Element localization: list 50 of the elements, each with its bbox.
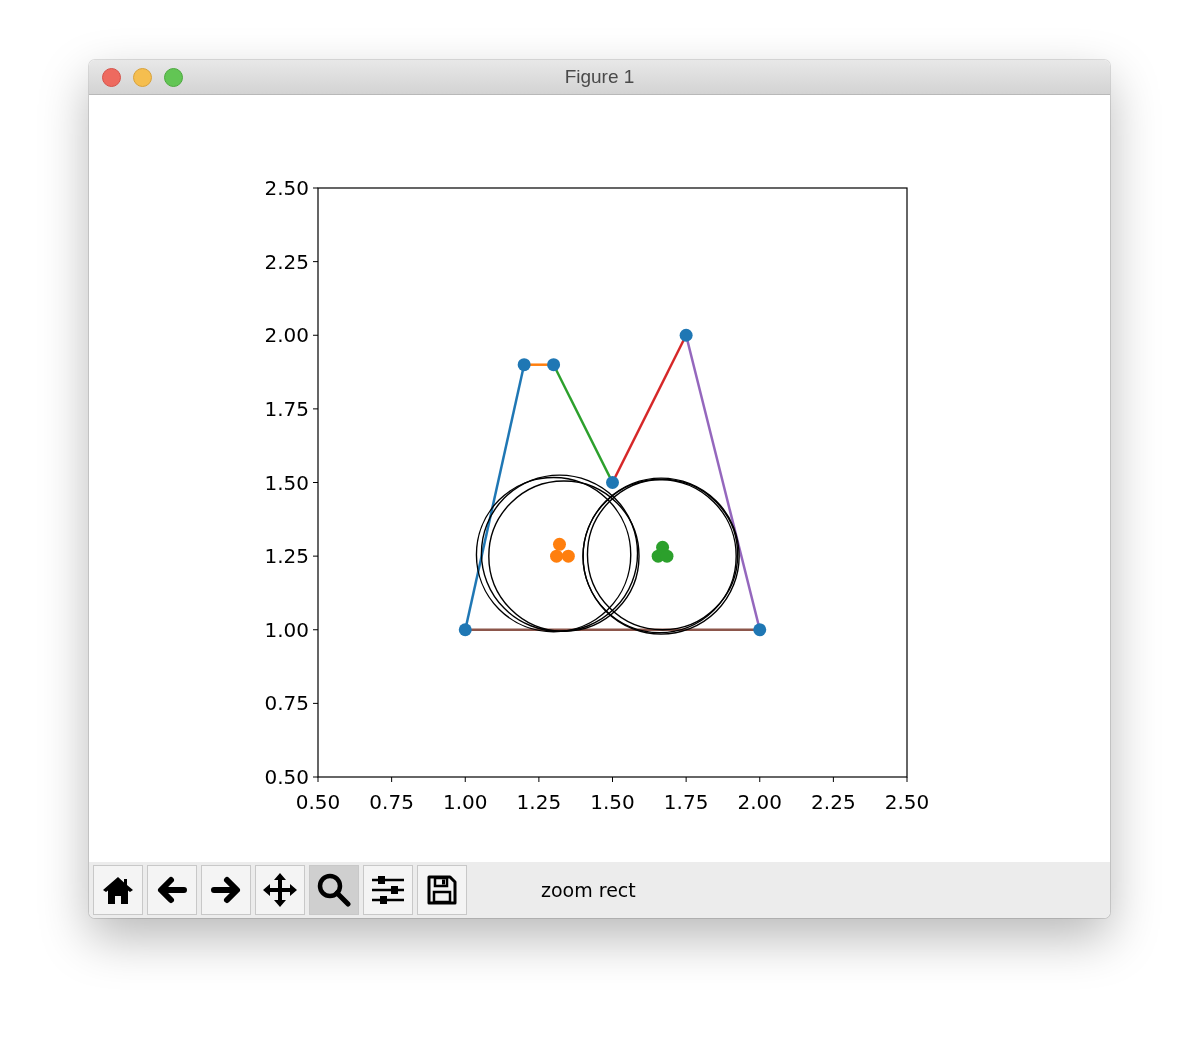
x-tick-label: 1.75 xyxy=(663,790,709,814)
y-tick-label: 0.75 xyxy=(264,691,309,716)
tick-mark xyxy=(312,482,319,483)
tick-mark xyxy=(312,555,319,557)
tick-mark xyxy=(391,776,393,783)
y-tick-label: 1.00 xyxy=(264,617,309,642)
tick-mark xyxy=(832,776,834,783)
sliders-icon xyxy=(371,875,405,905)
tick-mark xyxy=(759,776,761,783)
move-arrows-icon xyxy=(262,872,298,908)
tick-mark xyxy=(312,629,319,631)
tick-mark xyxy=(685,776,687,783)
zoom-button[interactable] xyxy=(309,865,359,915)
tick-mark xyxy=(312,702,319,704)
tick-mark xyxy=(538,776,540,783)
subplots-button[interactable] xyxy=(363,865,413,915)
tick-mark xyxy=(464,776,466,783)
x-tick-label: 2.25 xyxy=(811,790,856,814)
tick-mark xyxy=(906,776,908,783)
y-tick-label: 2.50 xyxy=(264,176,309,200)
x-tick-label: 2.00 xyxy=(737,790,782,814)
status-message: zoom rect xyxy=(541,879,636,901)
x-tick-label: 0.50 xyxy=(295,790,341,814)
home-icon xyxy=(102,875,134,905)
right-arrow-icon xyxy=(210,875,242,905)
window-title: Figure 1 xyxy=(564,66,635,88)
pan-button[interactable] xyxy=(255,865,305,915)
forward-button[interactable] xyxy=(201,865,251,915)
tick-mark xyxy=(612,776,613,783)
y-tick-label: 2.25 xyxy=(264,249,309,274)
tick-mark xyxy=(312,408,319,410)
save-button[interactable] xyxy=(417,865,467,915)
tick-mark xyxy=(312,261,319,263)
y-tick-label: 2.00 xyxy=(264,323,309,348)
x-tick-label: 1.50 xyxy=(590,790,635,814)
y-tick-label: 0.50 xyxy=(264,765,309,789)
y-tick-label: 1.75 xyxy=(264,396,309,421)
y-tick-label: 1.50 xyxy=(264,470,309,495)
x-tick-label: 0.75 xyxy=(369,790,414,814)
left-arrow-icon xyxy=(156,875,188,905)
search-icon xyxy=(317,873,351,907)
close-button[interactable] xyxy=(102,67,121,87)
home-button[interactable] xyxy=(93,865,143,915)
x-tick-label: 2.50 xyxy=(884,790,930,814)
x-tick-label: 1.00 xyxy=(443,790,488,814)
y-tick-label: 1.25 xyxy=(264,544,309,569)
tick-mark xyxy=(312,187,319,189)
back-button[interactable] xyxy=(147,865,197,915)
tick-mark xyxy=(312,334,319,336)
x-tick-label: 1.25 xyxy=(516,790,562,814)
